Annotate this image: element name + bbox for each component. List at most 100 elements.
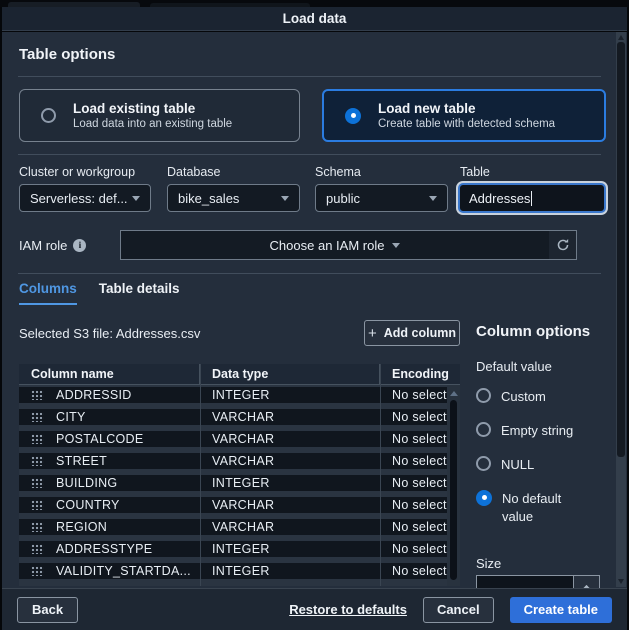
size-input[interactable] (476, 575, 573, 588)
iam-role-select[interactable]: Choose an IAM role (120, 230, 550, 260)
database-select[interactable]: bike_sales (167, 184, 300, 212)
drag-handle-icon[interactable] (31, 390, 44, 400)
cancel-button[interactable]: Cancel (423, 597, 494, 623)
iam-role-label: IAM role (19, 238, 67, 253)
load-data-dialog: Load data Table options Load existing ta… (0, 0, 629, 630)
drag-handle-icon[interactable] (31, 566, 44, 576)
scroll-down-icon[interactable] (618, 579, 624, 584)
info-icon[interactable]: i (73, 239, 86, 252)
drag-handle-icon[interactable] (31, 412, 44, 422)
tile-description: Load data into an existing table (73, 118, 232, 130)
column-name-cell: REGION (19, 520, 200, 534)
database-select-value: bike_sales (178, 191, 239, 206)
size-field-row (476, 575, 600, 588)
table-row[interactable]: BUILDING INTEGER No selection (19, 475, 460, 491)
tile-load-existing-table[interactable]: Load existing table Load data into an ex… (19, 89, 300, 142)
header-data-type: Data type (200, 364, 380, 384)
divider (18, 76, 601, 77)
column-name-text: CITY (56, 410, 86, 424)
column-name-text: ADDRESSID (56, 388, 132, 402)
table-options-heading: Table options (19, 46, 115, 63)
default-value-radio-option[interactable]: Custom (476, 388, 594, 407)
table-row[interactable]: REGION VARCHAR No selection (19, 519, 460, 535)
table-scrollbar-thumb[interactable] (450, 400, 457, 580)
drag-handle-icon[interactable] (31, 500, 44, 510)
drag-handle-icon[interactable] (31, 434, 44, 444)
cluster-select-value: Serverless: def... (30, 191, 128, 206)
tile-title: Load new table (378, 101, 555, 116)
radio-icon[interactable] (476, 456, 491, 471)
size-stepper-up-button[interactable] (573, 575, 600, 588)
radio-option-label: Empty string (501, 422, 573, 441)
refresh-icon (556, 238, 570, 252)
drag-handle-icon[interactable] (31, 478, 44, 488)
data-type-cell: VARCHAR (200, 432, 380, 446)
cluster-select[interactable]: Serverless: def... (19, 184, 151, 212)
default-value-radio-option[interactable]: Empty string (476, 422, 594, 441)
back-button[interactable]: Back (17, 597, 78, 623)
column-name-text: COUNTRY (56, 498, 120, 512)
column-rows: ADDRESSID INTEGER No selection CITY VARC… (19, 385, 460, 579)
default-value-radio-option[interactable]: NULL (476, 456, 594, 475)
modal-header: Load data (2, 7, 627, 31)
size-label: Size (476, 556, 501, 571)
data-type-cell: INTEGER (200, 388, 380, 402)
columns-table: Column name Data type Encoding ADDRESSID… (19, 364, 460, 586)
background-app-strip (0, 0, 629, 7)
chevron-down-icon (132, 196, 140, 201)
table-name-input[interactable]: Addresses (458, 183, 606, 213)
iam-role-label-row: IAM role i (19, 238, 86, 253)
column-name-cell: ADDRESSID (19, 388, 200, 402)
chevron-down-icon (392, 243, 400, 248)
schema-select-value: public (326, 191, 360, 206)
data-type-cell: INTEGER (200, 542, 380, 556)
radio-icon[interactable] (476, 388, 491, 403)
add-column-button[interactable]: + Add column (364, 320, 460, 346)
modal-scrollbar[interactable] (616, 32, 626, 587)
tile-load-new-table[interactable]: Load new table Create table with detecte… (322, 89, 606, 142)
table-row[interactable]: ADDRESSTYPE INTEGER No selection (19, 541, 460, 557)
divider (18, 273, 601, 274)
table-row[interactable]: STREET VARCHAR No selection (19, 453, 460, 469)
refresh-iam-roles-button[interactable] (549, 230, 577, 260)
drag-handle-icon[interactable] (31, 456, 44, 466)
selected-s3-file-label: Selected S3 file: Addresses.csv (19, 326, 200, 341)
scroll-up-icon[interactable] (450, 391, 458, 396)
divider (18, 154, 601, 155)
radio-icon[interactable] (476, 490, 492, 506)
chevron-down-icon (429, 196, 437, 201)
data-type-cell: VARCHAR (200, 498, 380, 512)
columns-table-header: Column name Data type Encoding (19, 364, 460, 385)
schema-select[interactable]: public (315, 184, 448, 212)
column-separator (200, 364, 201, 586)
radio-load-new-table[interactable] (345, 108, 361, 124)
data-type-cell: INTEGER (200, 564, 380, 578)
modal-body: Table options Load existing table Load d… (2, 32, 627, 588)
iam-role-select-value: Choose an IAM role (270, 238, 385, 253)
table-row[interactable]: POSTALCODE VARCHAR No selection (19, 431, 460, 447)
radio-icon[interactable] (476, 422, 491, 437)
create-table-button[interactable]: Create table (510, 597, 612, 623)
table-scrollbar[interactable] (447, 385, 460, 586)
text-cursor (531, 191, 532, 206)
drag-handle-icon[interactable] (31, 544, 44, 554)
restore-to-defaults-link[interactable]: Restore to defaults (289, 602, 407, 617)
column-name-cell: STREET (19, 454, 200, 468)
radio-load-existing-table[interactable] (41, 108, 56, 123)
table-row[interactable]: COUNTRY VARCHAR No selection (19, 497, 460, 513)
default-value-radio-option[interactable]: No default value (476, 490, 594, 528)
table-label: Table (460, 165, 490, 179)
scroll-up-icon[interactable] (618, 35, 624, 40)
column-name-cell: BUILDING (19, 476, 200, 490)
data-type-cell: INTEGER (200, 476, 380, 490)
table-name-input-value: Addresses (469, 191, 530, 206)
table-row[interactable]: CITY VARCHAR No selection (19, 409, 460, 425)
modal-scrollbar-thumb[interactable] (617, 42, 625, 457)
tab-table-details[interactable]: Table details (99, 281, 180, 305)
table-row[interactable]: VALIDITY_STARTDA... INTEGER No selection (19, 563, 460, 579)
header-column-name: Column name (19, 364, 200, 384)
drag-handle-icon[interactable] (31, 522, 44, 532)
table-row[interactable]: ADDRESSID INTEGER No selection (19, 387, 460, 403)
tab-columns[interactable]: Columns (19, 281, 77, 305)
database-label: Database (167, 165, 221, 179)
